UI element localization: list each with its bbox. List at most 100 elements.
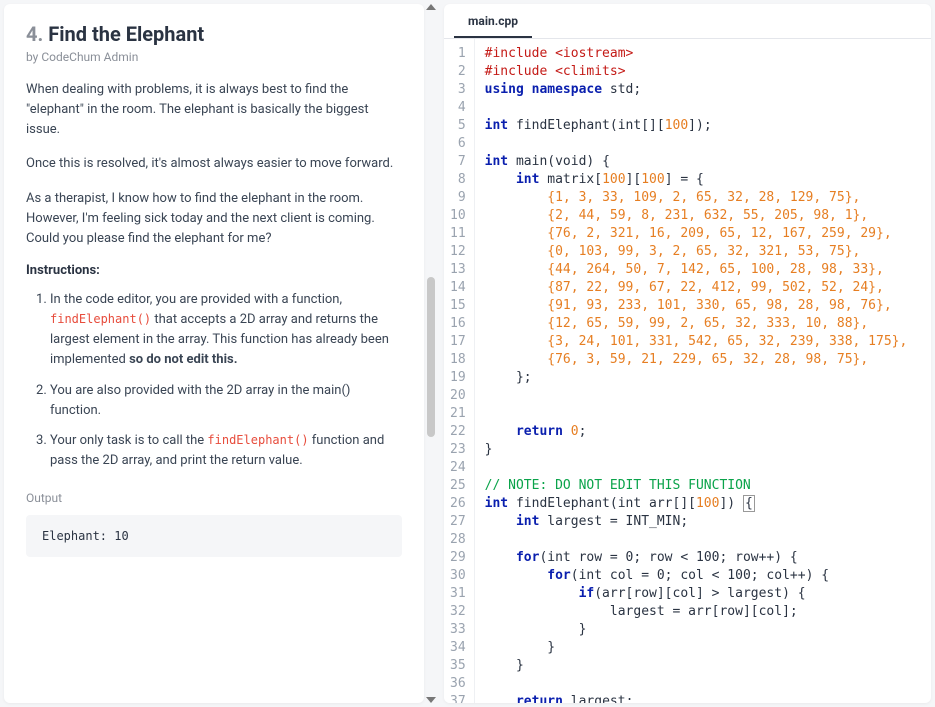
code-line: int findElephant(int[][100]);	[485, 117, 908, 135]
left-scrollbar[interactable]	[424, 0, 438, 707]
line-number: 24	[450, 459, 466, 477]
code-line: return 0;	[485, 423, 908, 441]
line-number: 7	[450, 153, 466, 171]
desc-paragraph: When dealing with problems, it is always…	[26, 80, 402, 140]
code-line: for(int row = 0; row < 100; row++) {	[485, 549, 908, 567]
code-line: {44, 264, 50, 7, 142, 65, 100, 28, 98, 3…	[485, 261, 908, 279]
code-line: #include <climits>	[485, 63, 908, 81]
instruction-item: In the code editor, you are provided wit…	[50, 290, 402, 371]
code-line	[485, 531, 908, 549]
code-line: {3, 24, 101, 331, 542, 65, 32, 239, 338,…	[485, 333, 908, 351]
line-number: 36	[450, 675, 466, 693]
code-line: return largest;	[485, 693, 908, 703]
line-number: 18	[450, 351, 466, 369]
code-line: {87, 22, 99, 67, 22, 412, 99, 502, 52, 2…	[485, 279, 908, 297]
code-line	[485, 405, 908, 423]
scroll-down-icon[interactable]	[426, 697, 436, 703]
line-number: 35	[450, 657, 466, 675]
problem-title: 4. Find the Elephant	[26, 22, 402, 46]
line-number: 26	[450, 495, 466, 513]
line-number: 16	[450, 315, 466, 333]
line-number: 8	[450, 171, 466, 189]
problem-title-text: Find the Elephant	[48, 22, 204, 46]
code-line: int main(void) {	[485, 153, 908, 171]
line-number: 10	[450, 207, 466, 225]
line-number: 6	[450, 135, 466, 153]
line-number: 32	[450, 603, 466, 621]
instructions-list: In the code editor, you are provided wit…	[26, 290, 402, 471]
code-line: int matrix[100][100] = {	[485, 171, 908, 189]
code-line: }	[485, 621, 908, 639]
line-number: 4	[450, 99, 466, 117]
line-number: 20	[450, 387, 466, 405]
line-number: 29	[450, 549, 466, 567]
line-number: 12	[450, 243, 466, 261]
line-number: 17	[450, 333, 466, 351]
line-number: 21	[450, 405, 466, 423]
code-editor[interactable]: 1234567891011121314151617181920212223242…	[444, 39, 931, 703]
code-line: largest = arr[row][col];	[485, 603, 908, 621]
line-number: 30	[450, 567, 466, 585]
line-number: 3	[450, 81, 466, 99]
code-line: }	[485, 657, 908, 675]
code-line: int largest = INT_MIN;	[485, 513, 908, 531]
line-number: 1	[450, 45, 466, 63]
desc-paragraph: As a therapist, I know how to find the e…	[26, 189, 402, 249]
line-gutter: 1234567891011121314151617181920212223242…	[444, 39, 475, 703]
line-number: 2	[450, 63, 466, 81]
line-number: 37	[450, 693, 466, 703]
code-line: #include <iostream>	[485, 45, 908, 63]
scroll-thumb[interactable]	[427, 277, 435, 437]
editor-tab-bar: main.cpp	[444, 4, 931, 39]
output-heading: Output	[26, 491, 402, 505]
code-line: for(int col = 0; col < 100; col++) {	[485, 567, 908, 585]
code-line	[485, 387, 908, 405]
code-line	[485, 99, 908, 117]
code-area[interactable]: #include <iostream> #include <climits> u…	[475, 39, 918, 703]
output-sample: Elephant: 10	[26, 515, 402, 557]
line-number: 15	[450, 297, 466, 315]
line-number: 13	[450, 261, 466, 279]
line-number: 23	[450, 441, 466, 459]
code-line	[485, 135, 908, 153]
line-number: 33	[450, 621, 466, 639]
desc-paragraph: Once this is resolved, it's almost alway…	[26, 154, 402, 174]
code-line: if(arr[row][col] > largest) {	[485, 585, 908, 603]
code-editor-panel: main.cpp 1234567891011121314151617181920…	[444, 4, 931, 703]
line-number: 27	[450, 513, 466, 531]
line-number: 5	[450, 117, 466, 135]
code-line: int findElephant(int arr[][100]) {	[485, 495, 908, 513]
line-number: 34	[450, 639, 466, 657]
code-line	[485, 675, 908, 693]
instruction-item: You are also provided with the 2D array …	[50, 381, 402, 421]
line-number: 25	[450, 477, 466, 495]
line-number: 28	[450, 531, 466, 549]
instruction-item: Your only task is to call the findElepha…	[50, 431, 402, 471]
code-line: {76, 2, 321, 16, 209, 65, 12, 167, 259, …	[485, 225, 908, 243]
code-line: {12, 65, 59, 99, 2, 65, 32, 333, 10, 88}…	[485, 315, 908, 333]
instructions-heading: Instructions:	[26, 263, 402, 278]
tab-main-cpp[interactable]: main.cpp	[454, 4, 532, 38]
line-number: 31	[450, 585, 466, 603]
line-number: 9	[450, 189, 466, 207]
line-number: 14	[450, 279, 466, 297]
problem-number: 4.	[26, 22, 43, 46]
code-line: };	[485, 369, 908, 387]
problem-author: by CodeChum Admin	[26, 50, 402, 64]
code-line: {0, 103, 99, 3, 2, 65, 32, 321, 53, 75},	[485, 243, 908, 261]
code-line: {76, 3, 59, 21, 229, 65, 32, 28, 98, 75}…	[485, 351, 908, 369]
code-line: }	[485, 441, 908, 459]
code-line: // NOTE: DO NOT EDIT THIS FUNCTION	[485, 477, 908, 495]
line-number: 22	[450, 423, 466, 441]
problem-panel: 4. Find the Elephant by CodeChum Admin W…	[4, 4, 424, 703]
line-number: 11	[450, 225, 466, 243]
line-number: 19	[450, 369, 466, 387]
scroll-up-icon[interactable]	[426, 4, 436, 10]
code-line: {91, 93, 233, 101, 330, 65, 98, 28, 98, …	[485, 297, 908, 315]
code-line: using namespace std;	[485, 81, 908, 99]
code-line: {1, 3, 33, 109, 2, 65, 32, 28, 129, 75},	[485, 189, 908, 207]
code-line	[485, 459, 908, 477]
code-line: }	[485, 639, 908, 657]
problem-description: When dealing with problems, it is always…	[26, 80, 402, 249]
code-line: {2, 44, 59, 8, 231, 632, 55, 205, 98, 1}…	[485, 207, 908, 225]
